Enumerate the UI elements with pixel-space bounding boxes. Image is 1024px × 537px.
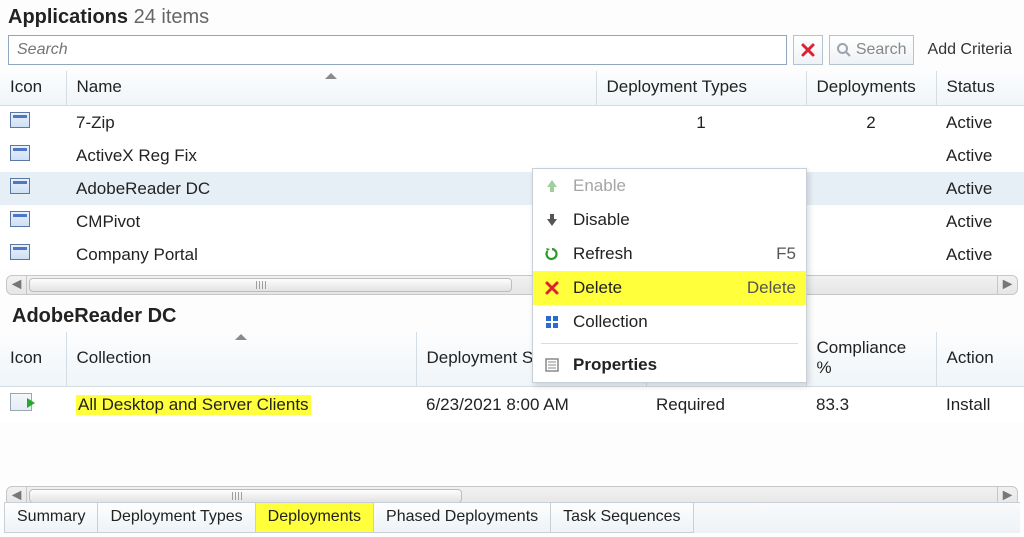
col-compliance[interactable]: Compliance % bbox=[806, 332, 936, 387]
menu-item-refresh[interactable]: Refresh F5 bbox=[533, 237, 806, 271]
table-row[interactable]: All Desktop and Server Clients 6/23/2021… bbox=[0, 387, 1024, 423]
menu-item-enable[interactable]: Enable bbox=[533, 169, 806, 203]
app-frame: { "header": { "title": "Applications", "… bbox=[0, 0, 1024, 537]
table-header-row: Icon Collection Deployment Start Time Pu… bbox=[0, 332, 1024, 387]
menu-item-delete[interactable]: Delete Delete bbox=[533, 271, 806, 305]
context-menu: Enable Disable Refresh F5 Delete Delete … bbox=[532, 168, 807, 383]
col-status[interactable]: Status bbox=[936, 71, 1024, 106]
col-deployments[interactable]: Deployments bbox=[806, 71, 936, 106]
table-row[interactable]: 7-Zip 1 2 Active bbox=[0, 106, 1024, 140]
scroll-thumb[interactable] bbox=[29, 489, 462, 503]
item-count: 24 items bbox=[134, 6, 210, 28]
panel-title: Applications bbox=[8, 6, 128, 28]
detail-tabs: Summary Deployment Types Deployments Pha… bbox=[4, 502, 1020, 533]
collection-name: All Desktop and Server Clients bbox=[76, 395, 311, 415]
scroll-thumb[interactable] bbox=[29, 278, 512, 292]
application-icon bbox=[10, 145, 30, 161]
application-icon bbox=[10, 178, 30, 194]
clear-search-button[interactable] bbox=[793, 35, 823, 65]
properties-icon bbox=[541, 357, 563, 373]
add-criteria-button[interactable]: Add Criteria bbox=[920, 41, 1016, 59]
arrow-down-icon bbox=[541, 212, 563, 228]
search-row: Search Add Criteria bbox=[0, 33, 1024, 71]
table-row[interactable]: CMPivot Active bbox=[0, 205, 1024, 238]
magnifier-icon bbox=[836, 42, 852, 58]
delete-icon bbox=[541, 280, 563, 296]
table-row[interactable]: AdobeReader DC Active bbox=[0, 172, 1024, 205]
deployment-icon bbox=[10, 393, 32, 411]
search-input[interactable] bbox=[8, 35, 787, 65]
menu-item-properties[interactable]: Properties bbox=[533, 348, 806, 382]
tab-deployments[interactable]: Deployments bbox=[255, 503, 374, 533]
table-row[interactable]: ActiveX Reg Fix Active bbox=[0, 139, 1024, 172]
refresh-icon bbox=[541, 246, 563, 262]
x-icon bbox=[800, 42, 816, 58]
search-button[interactable]: Search bbox=[829, 35, 914, 65]
menu-item-disable[interactable]: Disable bbox=[533, 203, 806, 237]
col-name[interactable]: Name bbox=[66, 71, 596, 106]
applications-table[interactable]: Icon Name Deployment Types Deployments S… bbox=[0, 71, 1024, 271]
table-row[interactable]: Company Portal Active bbox=[0, 238, 1024, 271]
application-icon bbox=[10, 211, 30, 227]
tab-summary[interactable]: Summary bbox=[4, 503, 98, 533]
detail-title: AdobeReader DC bbox=[0, 295, 1024, 332]
col-icon[interactable]: Icon bbox=[0, 71, 66, 106]
collection-icon bbox=[541, 314, 563, 330]
scroll-left-arrow[interactable]: ◄ bbox=[7, 276, 27, 294]
horizontal-scrollbar[interactable]: ◄ ► bbox=[6, 275, 1018, 295]
panel-header: Applications 24 items bbox=[0, 0, 1024, 33]
arrow-up-icon bbox=[541, 178, 563, 194]
col-action[interactable]: Action bbox=[936, 332, 1024, 387]
application-icon bbox=[10, 112, 30, 128]
tab-phased-deployments[interactable]: Phased Deployments bbox=[373, 503, 551, 533]
search-button-label: Search bbox=[856, 41, 907, 59]
tab-deployment-types[interactable]: Deployment Types bbox=[97, 503, 255, 533]
col-icon[interactable]: Icon bbox=[0, 332, 66, 387]
col-collection[interactable]: Collection bbox=[66, 332, 416, 387]
scroll-right-arrow[interactable]: ► bbox=[997, 276, 1017, 294]
table-header-row: Icon Name Deployment Types Deployments S… bbox=[0, 71, 1024, 106]
col-deployment-types[interactable]: Deployment Types bbox=[596, 71, 806, 106]
tab-task-sequences[interactable]: Task Sequences bbox=[550, 503, 693, 533]
menu-separator bbox=[541, 343, 798, 344]
menu-item-collection[interactable]: Collection bbox=[533, 305, 806, 339]
application-icon bbox=[10, 244, 30, 260]
deployments-table[interactable]: Icon Collection Deployment Start Time Pu… bbox=[0, 332, 1024, 422]
